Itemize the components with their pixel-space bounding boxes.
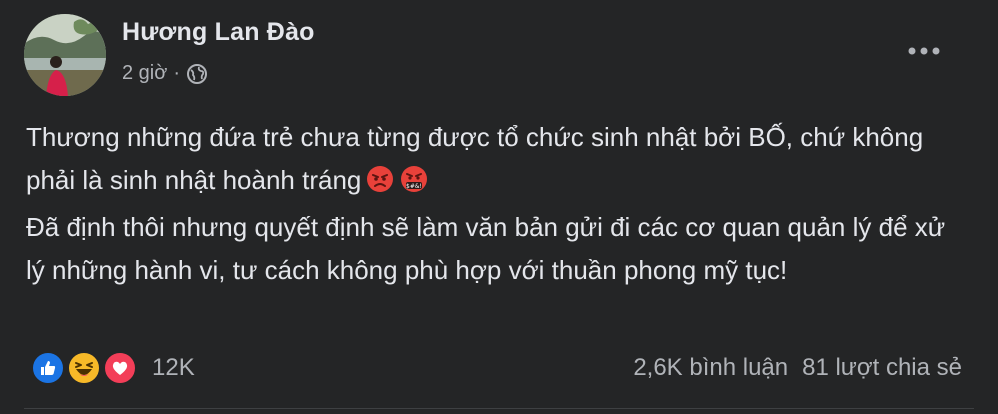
more-options-button[interactable] xyxy=(904,36,944,66)
like-reaction-icon xyxy=(30,350,66,386)
author-name[interactable]: Hương Lan Đào xyxy=(122,18,315,47)
svg-text:$#&!: $#&! xyxy=(406,183,422,190)
reaction-count[interactable]: 12K xyxy=(152,354,195,382)
post-paragraph-1: Thương những đứa trẻ chưa từng được tổ c… xyxy=(26,116,966,202)
globe-icon[interactable] xyxy=(186,63,208,85)
author-avatar[interactable] xyxy=(24,14,106,96)
more-horizontal-icon xyxy=(908,47,940,55)
pouting-face-emoji xyxy=(365,164,395,194)
post-paragraph-1-text: Thương những đứa trẻ chưa từng được tổ c… xyxy=(26,122,924,195)
meta-separator: · xyxy=(173,62,181,84)
footer-divider xyxy=(24,408,974,409)
facebook-post: Hương Lan Đào 2 giờ · Thương những đứa t… xyxy=(0,0,998,414)
comment-count-link[interactable]: 2,6K bình luận xyxy=(633,354,788,382)
post-paragraph-2: Đã định thôi nhưng quyết định sẽ làm văn… xyxy=(26,212,946,285)
post-stats: 2,6K bình luận 81 lượt chia sẻ xyxy=(633,354,962,382)
haha-reaction-icon xyxy=(66,350,102,386)
share-count-link[interactable]: 81 lượt chia sẻ xyxy=(802,354,962,382)
reaction-icons[interactable] xyxy=(30,350,140,386)
post-meta: 2 giờ · xyxy=(122,62,208,85)
post-time[interactable]: 2 giờ xyxy=(122,62,167,85)
love-reaction-icon xyxy=(102,350,138,386)
profile-photo-icon xyxy=(24,14,106,96)
face-with-symbols-on-mouth-emoji: $#&! xyxy=(399,164,429,194)
